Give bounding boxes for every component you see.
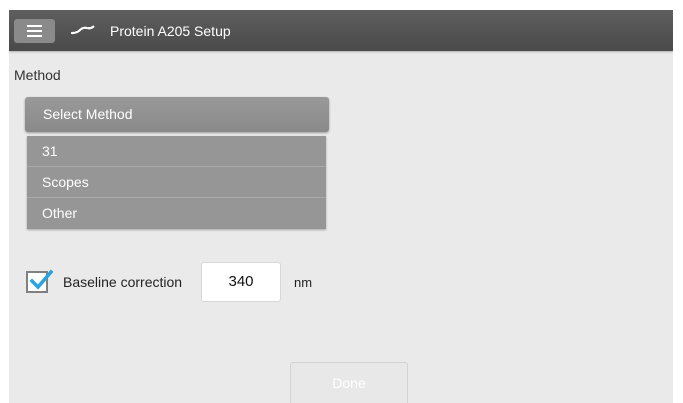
hamburger-menu-icon <box>27 25 55 37</box>
baseline-correction-checkbox[interactable] <box>26 269 53 293</box>
baseline-wavelength-input[interactable]: 340 <box>201 262 281 302</box>
method-option-31[interactable]: 31 <box>27 136 326 167</box>
page-title: Protein A205 Setup <box>110 23 231 39</box>
done-button[interactable]: Done <box>290 362 408 403</box>
method-option-other[interactable]: Other <box>27 198 326 229</box>
spectrum-wave-icon <box>71 24 95 35</box>
title-bar: Protein A205 Setup <box>9 10 673 51</box>
method-select[interactable]: Select Method <box>25 97 329 132</box>
method-label: Method <box>14 67 61 83</box>
method-select-value: Select Method <box>43 106 133 122</box>
checkmark-icon <box>29 269 53 290</box>
wavelength-unit-label: nm <box>294 275 313 290</box>
menu-button[interactable] <box>14 19 55 43</box>
app-screen: Protein A205 Setup Method Select Method … <box>9 10 673 403</box>
method-option-scopes[interactable]: Scopes <box>27 167 326 198</box>
baseline-correction-label: Baseline correction <box>63 274 183 290</box>
method-dropdown-list: 31 Scopes Other <box>27 136 326 229</box>
